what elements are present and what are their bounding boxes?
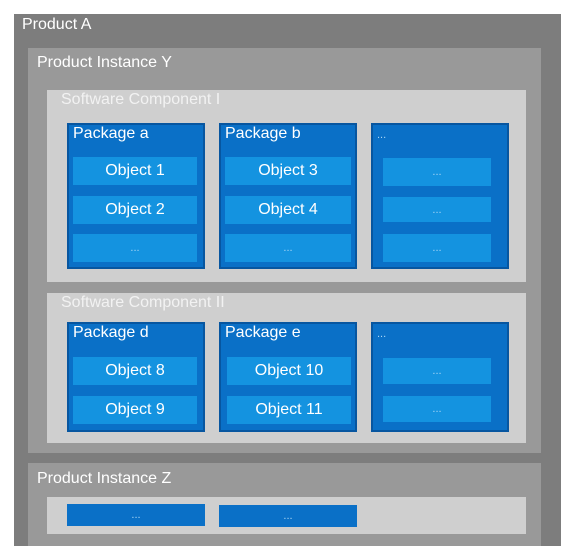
- package-d-title: Package d: [73, 324, 149, 341]
- package-more-title: ...: [377, 129, 387, 141]
- object-ellipsis: ...: [383, 197, 491, 222]
- package-b-title: Package b: [225, 125, 301, 142]
- object-ellipsis: ...: [383, 234, 491, 262]
- object-ellipsis: ...: [383, 158, 491, 186]
- object-10: Object 10: [227, 357, 351, 385]
- object-ellipsis: ...: [225, 234, 351, 262]
- package-more-2-title: ...: [377, 328, 387, 340]
- object-ellipsis: ...: [383, 396, 491, 422]
- object-3: Object 3: [225, 157, 351, 185]
- component-2-title: Software Component II: [61, 294, 225, 311]
- object-4: Object 4: [225, 196, 351, 224]
- object-2: Object 2: [73, 196, 197, 224]
- instance-z-item: ...: [219, 505, 357, 527]
- object-9: Object 9: [73, 396, 197, 424]
- instance-y-title: Product Instance Y: [37, 54, 172, 71]
- component-1-title: Software Component I: [61, 91, 221, 108]
- package-a-title: Package a: [73, 125, 149, 142]
- object-ellipsis: ...: [383, 358, 491, 384]
- object-8: Object 8: [73, 357, 197, 385]
- product-title: Product A: [22, 16, 92, 33]
- object-11: Object 11: [227, 396, 351, 424]
- object-1: Object 1: [73, 157, 197, 185]
- instance-z-title: Product Instance Z: [37, 470, 172, 487]
- package-e-title: Package e: [225, 324, 301, 341]
- object-ellipsis: ...: [73, 234, 197, 262]
- instance-z-item: ...: [67, 504, 205, 526]
